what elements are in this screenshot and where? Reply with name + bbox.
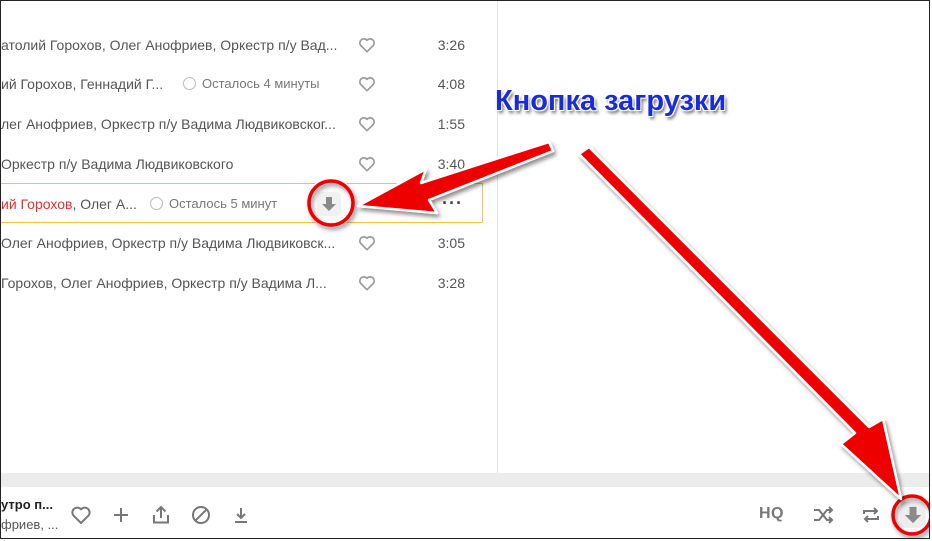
- highlight-circle: [307, 179, 355, 227]
- arrow-to-player-download: [577, 145, 903, 501]
- annotation-overlay: [306, 140, 929, 537]
- app-window: атолий Горохов, Олег Анофриев, Оркестр п…: [0, 0, 930, 539]
- annotation-label: Кнопка загрузки: [495, 85, 727, 117]
- arrow-to-track-download: [356, 140, 555, 215]
- highlight-circle: [891, 494, 929, 536]
